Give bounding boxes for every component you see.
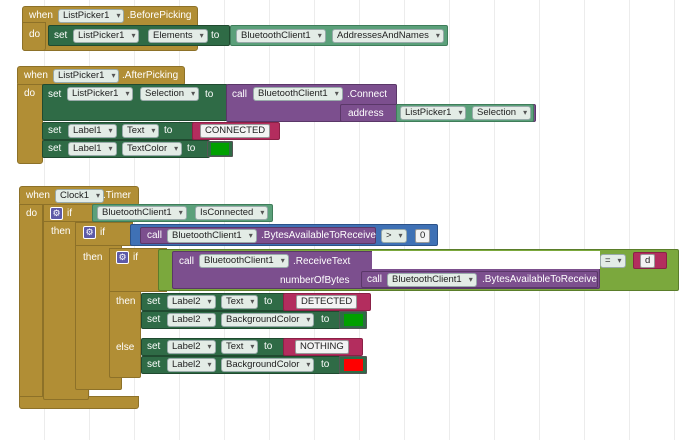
- call-label: call: [179, 256, 195, 267]
- method-name-label: .ReceiveText: [293, 256, 351, 267]
- set-label: set: [147, 296, 161, 307]
- if-label: if: [100, 227, 105, 238]
- method-name-label: .Connect: [347, 89, 388, 100]
- else-label: else: [116, 342, 135, 353]
- set-property-dropdown[interactable]: Text: [122, 124, 160, 138]
- number-of-bytes-param-label: numberOfBytes: [280, 275, 350, 286]
- set-label: set: [54, 30, 68, 41]
- set-property-dropdown[interactable]: TextColor: [122, 142, 183, 156]
- listpicker1-component-dropdown[interactable]: ListPicker1: [58, 9, 125, 23]
- addresses-property-dropdown[interactable]: AddressesAndNames: [332, 29, 444, 43]
- set-label: set: [48, 143, 62, 154]
- to-label: to: [187, 143, 196, 154]
- gear-icon[interactable]: ⚙: [116, 251, 129, 264]
- method-name-label: .BytesAvailableToReceive: [482, 274, 597, 285]
- getter-component-dropdown[interactable]: ListPicker1: [400, 106, 467, 120]
- call-label: call: [367, 274, 383, 285]
- nothing-text-value[interactable]: NOTHING: [295, 340, 349, 354]
- number-zero-value[interactable]: 0: [415, 229, 431, 243]
- to-label: to: [321, 359, 330, 370]
- set-property-dropdown[interactable]: BackgroundColor: [221, 358, 315, 372]
- then-label: then: [51, 226, 71, 237]
- if-label: if: [133, 252, 138, 263]
- to-label: to: [211, 30, 220, 41]
- equals-operator-dropdown[interactable]: =: [600, 254, 626, 268]
- clock1-component-dropdown[interactable]: Clock1: [55, 189, 105, 203]
- address-param-label: address: [348, 108, 384, 119]
- isconnected-property-dropdown[interactable]: IsConnected: [195, 206, 269, 220]
- timer-do-strip: [19, 204, 43, 409]
- red-color-swatch: [344, 359, 363, 371]
- event-name-label: .BeforePicking: [127, 10, 192, 21]
- set-property-dropdown[interactable]: Text: [221, 295, 259, 309]
- set-component-dropdown[interactable]: Label1: [68, 124, 117, 138]
- connected-text-value[interactable]: CONNECTED: [200, 124, 271, 138]
- call-label: call: [232, 89, 248, 100]
- bluetooth-component-dropdown[interactable]: BluetoothClient1: [253, 87, 343, 101]
- to-label: to: [264, 296, 273, 307]
- compare-operator-dropdown[interactable]: >: [381, 229, 407, 243]
- then-label: then: [83, 252, 103, 263]
- set-component-dropdown[interactable]: Label2: [167, 340, 216, 354]
- set-component-dropdown[interactable]: ListPicker1: [67, 87, 134, 101]
- event-name-label: .AfterPicking: [122, 70, 179, 81]
- do-label: do: [24, 88, 36, 99]
- when-label: when: [29, 10, 53, 21]
- bluetooth-component-dropdown[interactable]: BluetoothClient1: [97, 206, 187, 220]
- to-label: to: [321, 314, 330, 325]
- to-label: to: [264, 341, 273, 352]
- set-label: set: [147, 359, 161, 370]
- set-component-dropdown[interactable]: Label2: [167, 358, 216, 372]
- bluetooth-component-dropdown[interactable]: BluetoothClient1: [167, 229, 257, 243]
- set-property-dropdown[interactable]: Selection: [140, 87, 200, 101]
- bluetooth-component-dropdown[interactable]: BluetoothClient1: [236, 29, 326, 43]
- set-property-dropdown[interactable]: BackgroundColor: [221, 313, 315, 327]
- if-label: if: [67, 208, 72, 219]
- do-label: do: [26, 208, 38, 219]
- set-label: set: [48, 89, 62, 100]
- to-label: to: [205, 89, 214, 100]
- call-label: call: [147, 230, 163, 241]
- gear-icon[interactable]: ⚙: [50, 207, 63, 220]
- then-label: then: [116, 296, 136, 307]
- set-label: set: [48, 125, 62, 136]
- set-component-dropdown[interactable]: Label2: [167, 313, 216, 327]
- set-component-dropdown[interactable]: Label1: [68, 142, 117, 156]
- set-property-dropdown[interactable]: Elements: [148, 29, 208, 43]
- getter-property-dropdown[interactable]: Selection: [472, 106, 532, 120]
- green-color-swatch: [344, 314, 363, 326]
- do-label: do: [29, 29, 41, 40]
- set-label: set: [147, 314, 161, 325]
- event-name-label: .Timer: [103, 190, 131, 201]
- green-color-swatch: [211, 143, 229, 155]
- set-label: set: [147, 341, 161, 352]
- bluetooth-component-dropdown[interactable]: BluetoothClient1: [199, 254, 289, 268]
- set-label1-text-block[interactable]: [42, 122, 198, 140]
- listpicker1-component-dropdown[interactable]: ListPicker1: [53, 69, 120, 83]
- when-label: when: [26, 190, 50, 201]
- detected-text-value[interactable]: DETECTED: [296, 295, 358, 309]
- method-name-label: .BytesAvailableToReceive: [261, 230, 376, 241]
- set-component-dropdown[interactable]: Label2: [167, 295, 216, 309]
- when-label: when: [24, 70, 48, 81]
- set-component-dropdown[interactable]: ListPicker1: [73, 29, 140, 43]
- receive-text-upper-empty: [372, 251, 600, 269]
- gear-icon[interactable]: ⚙: [83, 226, 96, 239]
- to-label: to: [164, 125, 173, 136]
- bluetooth-component-dropdown[interactable]: BluetoothClient1: [387, 273, 477, 287]
- set-property-dropdown[interactable]: Text: [221, 340, 259, 354]
- d-text-value[interactable]: d: [640, 254, 656, 268]
